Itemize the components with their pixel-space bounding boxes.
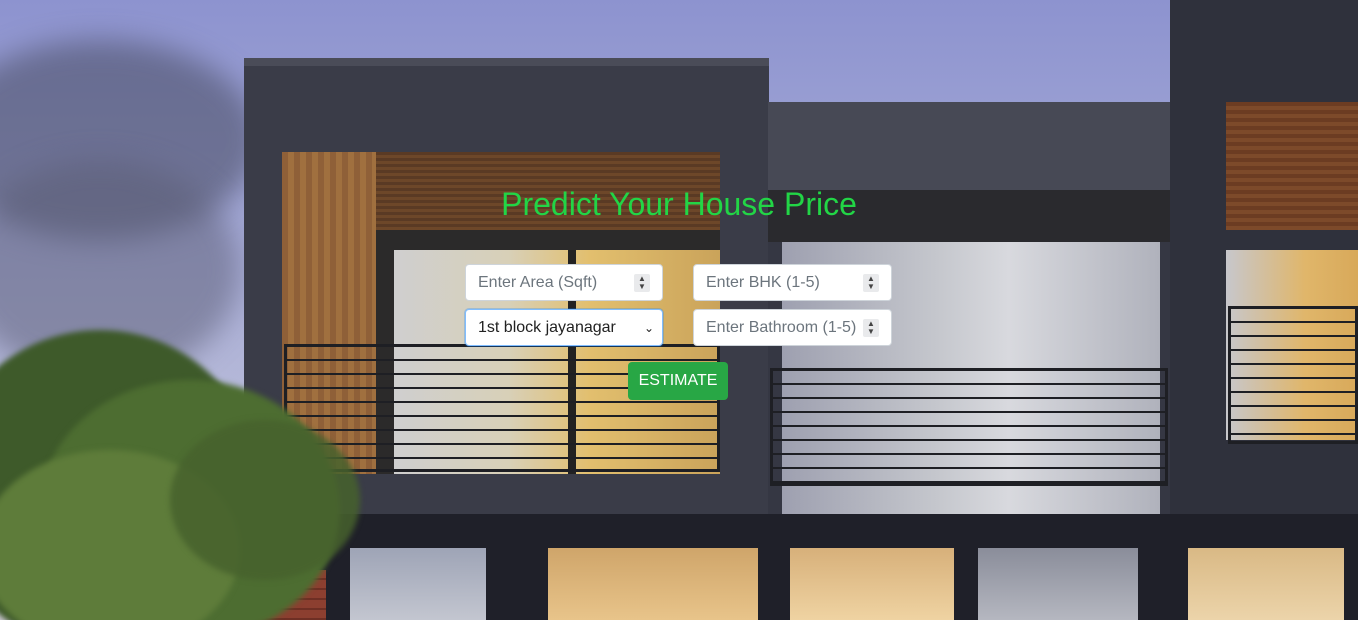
chevron-down-icon: ⌄ [643, 320, 654, 335]
bathroom-input[interactable]: Enter Bathroom (1-5) ▲ ▼ [693, 309, 892, 346]
location-select-value: 1st block jayanagar [478, 318, 616, 336]
area-input-placeholder: Enter Area (Sqft) [478, 273, 598, 291]
bathroom-input-placeholder: Enter Bathroom (1-5) [706, 318, 857, 336]
tree [170, 420, 360, 580]
area-input[interactable]: Enter Area (Sqft) ▲ ▼ [465, 264, 663, 301]
balcony-railing [1228, 306, 1358, 444]
bhk-input-placeholder: Enter BHK (1-5) [706, 273, 820, 291]
estimate-button[interactable]: ESTIMATE [628, 362, 728, 400]
spinner-arrows-icon[interactable]: ▲ ▼ [634, 273, 650, 292]
bhk-input[interactable]: Enter BHK (1-5) ▲ ▼ [693, 264, 892, 301]
spinner-arrows-icon[interactable]: ▲ ▼ [863, 273, 879, 292]
page-title: Predict Your House Price [501, 186, 857, 222]
background-image [0, 0, 1358, 620]
spinner-arrows-icon[interactable]: ▲ ▼ [863, 318, 879, 337]
location-select[interactable]: 1st block jayanagar ⌄ [465, 309, 663, 346]
balcony-railing [770, 368, 1168, 486]
